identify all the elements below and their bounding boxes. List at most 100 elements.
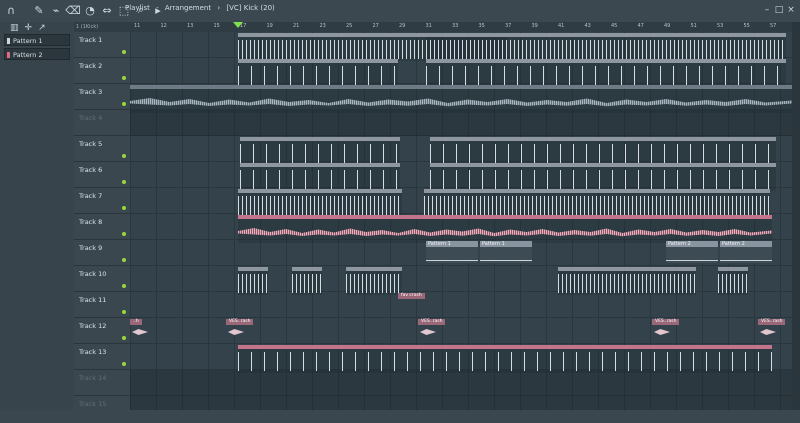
track-mute-led[interactable] [122, 180, 126, 184]
minimize-icon[interactable]: – [762, 3, 772, 17]
bottom-bar [0, 410, 800, 423]
title-sep2: › [217, 4, 221, 12]
track-header-1[interactable]: Track 1 [74, 32, 130, 58]
track-mute-led[interactable] [122, 206, 126, 210]
track-header-2[interactable]: Track 2 [74, 58, 130, 84]
track-mute-led[interactable] [122, 76, 126, 80]
mukhra-clip-5[interactable]: MUKHRA2 [666, 267, 696, 295]
track-name: Track 5 [79, 140, 103, 148]
timeline-tick: 35 [478, 23, 485, 29]
track-header-3[interactable]: Track 3 [74, 84, 130, 110]
pattern-clip-2a[interactable]: Pattern 2 [666, 241, 718, 263]
vertical-scrollbar[interactable] [792, 22, 800, 410]
mukhra-clip-1[interactable]: MUKHRA2 [238, 267, 268, 295]
clip-track6-a[interactable] [240, 163, 400, 191]
picker-tools: ▥ ✛ ↗ [0, 22, 84, 34]
track-header-6[interactable]: Track 6 [74, 162, 130, 188]
inactive-lane-overlay [130, 370, 792, 396]
window-title: Playlist - Arrangement › [VC] Kick (20) [125, 4, 279, 12]
track-header-13[interactable]: Track 13 [74, 344, 130, 370]
track-mute-led[interactable] [122, 154, 126, 158]
clip-track8[interactable]: 7 [238, 215, 772, 243]
track-header-11[interactable]: Track 11 [74, 292, 130, 318]
timeline-tick: 15 [213, 23, 220, 29]
fav-crash-clip[interactable]: fav crash [398, 293, 438, 313]
track-header-14[interactable]: Track 14 [74, 370, 130, 396]
pattern-clip-2b[interactable]: Pattern 2 [720, 241, 772, 263]
timeline-tick: 41 [558, 23, 565, 29]
mukhra-clip-6[interactable]: MUKHRA2 [718, 267, 748, 295]
track-mute-led[interactable] [122, 362, 126, 366]
mukhra-clip-2[interactable]: MUKHRA2 [292, 267, 322, 295]
title-playlist: Playlist [125, 4, 150, 12]
clip-track7-a[interactable] [238, 189, 402, 217]
playhead-marker[interactable] [233, 22, 243, 28]
clip-track6-b[interactable] [430, 163, 776, 191]
timeline-tick: 31 [425, 23, 432, 29]
add-icon[interactable]: ✛ [25, 23, 33, 33]
track-mute-led[interactable] [122, 258, 126, 262]
clip-track5-a[interactable] [240, 137, 400, 165]
track-header-5[interactable]: Track 5 [74, 136, 130, 162]
clip-track13[interactable] [238, 345, 772, 373]
crash-clip-4[interactable]: VES..rash [652, 319, 682, 339]
track-name: Track 9 [79, 244, 103, 252]
clip-track1-b[interactable] [426, 33, 786, 61]
crash-clip-1[interactable]: ..h [130, 319, 150, 339]
close-icon[interactable]: × [786, 3, 796, 17]
title-bar: ∩ ✎ ⌁ ⌫ ◔ ⇔ ⬚ ⌕ ▸ Playlist - Arrangement… [0, 0, 800, 23]
piano-icon[interactable]: ▥ [10, 23, 19, 33]
track-name: Track 1 [79, 36, 103, 44]
playlist-grid[interactable]: Tera..AUD Tera_AUD Tera_Mono_XLEXAUD Ter… [130, 32, 792, 410]
timeline-tick: 37 [505, 23, 512, 29]
track-mute-led[interactable] [122, 232, 126, 236]
slip-icon[interactable]: ⇔ [100, 3, 114, 17]
pattern-item-2[interactable]: Pattern 2 [4, 48, 70, 60]
clip-track2-a[interactable] [238, 59, 398, 87]
inactive-lane-overlay [130, 396, 792, 410]
delete-icon[interactable]: ⌫ [65, 3, 81, 17]
maximize-icon[interactable]: □ [774, 3, 784, 17]
track-name: Track 6 [79, 166, 103, 174]
timeline-tick: 33 [452, 23, 459, 29]
track-header-9[interactable]: Track 9 [74, 240, 130, 266]
pattern-clip-1b[interactable]: Pattern 1 [480, 241, 532, 263]
timeline-tick: 43 [584, 23, 591, 29]
crash-clip-3[interactable]: VES..rash [418, 319, 448, 339]
track-mute-led[interactable] [122, 284, 126, 288]
clip-track7-b[interactable] [424, 189, 770, 217]
crash-clip-5[interactable]: VES..rash [758, 319, 788, 339]
track-header-10[interactable]: Track 10 [74, 266, 130, 292]
title-pattern[interactable]: [VC] Kick (20) [226, 4, 274, 12]
track-header-8[interactable]: Track 8 [74, 214, 130, 240]
mukhra-clip-4[interactable]: MUKHRA2 [558, 267, 666, 295]
clip-track5-b[interactable] [430, 137, 776, 165]
track-mute-led[interactable] [122, 50, 126, 54]
track-mute-led[interactable] [122, 102, 126, 106]
mukhra-clip-3[interactable]: MUKHRA2 [346, 267, 402, 295]
track-name: Track 15 [79, 400, 107, 408]
pattern-clip-1a[interactable]: Pattern 1 [426, 241, 478, 263]
track-headers: 1 (1Kick) Track 1 Track 2 Track 3 Track 4 Tr… [74, 22, 130, 422]
track-lane-11[interactable] [130, 292, 792, 318]
mute-icon[interactable]: ◔ [83, 3, 97, 17]
track-header-12[interactable]: Track 12 [74, 318, 130, 344]
pattern-item-1[interactable]: Pattern 1 [4, 34, 70, 46]
draw-icon[interactable]: ✎ [32, 3, 46, 17]
track-header-7[interactable]: Track 7 [74, 188, 130, 214]
timeline-tick: 39 [531, 23, 538, 29]
track-mute-led[interactable] [122, 336, 126, 340]
track-mute-led[interactable] [122, 310, 126, 314]
magnet-icon[interactable]: ∩ [4, 3, 18, 17]
clip-track2-b[interactable] [426, 59, 786, 87]
timeline-tick: 53 [717, 23, 724, 29]
paint-icon[interactable]: ⌁ [49, 3, 63, 17]
track-name: Track 2 [79, 62, 103, 70]
timeline-tick: 11 [134, 23, 141, 29]
crash-clip-2[interactable]: VES..rash [226, 319, 256, 339]
audio-label-2: Tera_AUD [240, 85, 262, 89]
clip-track3-audio[interactable]: Tera..AUD Tera_AUD Tera_Mono_XLEXAUD Ter… [130, 85, 792, 113]
arrow-icon[interactable]: ↗ [38, 23, 46, 33]
track-header-4[interactable]: Track 4 [74, 110, 130, 136]
title-arrangement[interactable]: Arrangement [165, 4, 211, 12]
